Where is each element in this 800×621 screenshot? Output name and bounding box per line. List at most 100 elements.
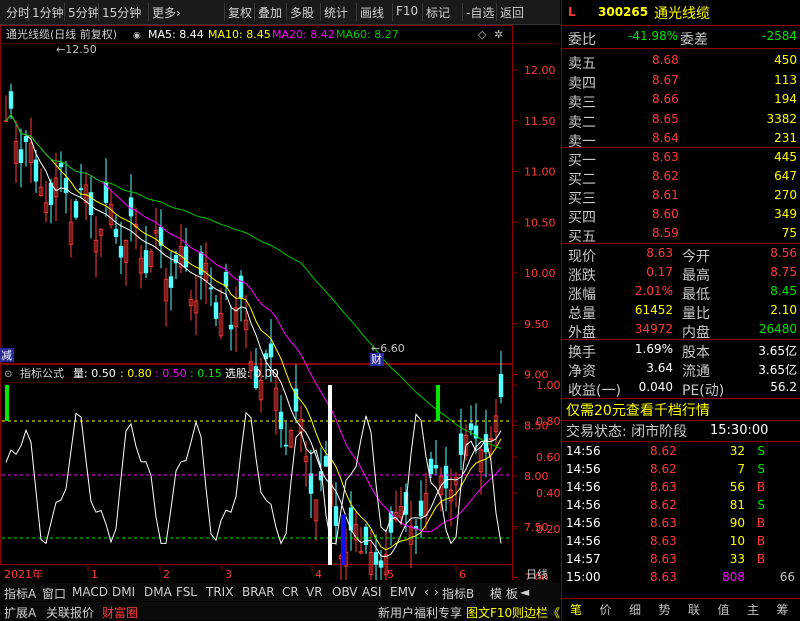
stock-name: 通光线缆 — [654, 6, 710, 22]
kline-chart[interactable]: 12.0011.5011.0010.5010.009.509.008.508.0… — [0, 25, 560, 580]
price-axis-label: 11.50 — [524, 115, 556, 128]
toolbar-item[interactable]: 画线 — [360, 4, 384, 21]
tick-volume: 7 — [737, 462, 745, 476]
indicator-tab[interactable]: TRIX — [206, 585, 233, 599]
indicator-tab[interactable]: OBV — [332, 585, 358, 599]
divider — [562, 339, 800, 340]
stat-value: 8.56 — [770, 246, 797, 260]
toolbar-item[interactable]: 返回 — [500, 4, 524, 21]
indicator-tab[interactable]: FSL — [176, 585, 197, 599]
month-label: 4 — [315, 568, 322, 580]
indicator-tab[interactable]: VR — [306, 585, 323, 599]
indicator-axis-label: 0.60 — [536, 451, 560, 464]
indicator-tab[interactable]: MACD — [72, 585, 108, 599]
indicator-tab[interactable]: ◄ — [520, 585, 529, 599]
side-tab[interactable]: 图文F10 — [466, 604, 512, 621]
ma5-line — [5, 113, 502, 558]
stat-value: 2.01% — [634, 284, 673, 298]
quote-tab[interactable]: 笔 — [570, 601, 582, 618]
candle-body — [238, 275, 244, 298]
tick-time: 14:56 — [566, 534, 601, 548]
toolbar-item[interactable]: -自选 — [466, 4, 494, 21]
quote-tab[interactable]: 主 — [747, 601, 759, 618]
toolbar-item[interactable]: 1分钟 — [32, 4, 64, 21]
indicator-tab[interactable]: ASI — [362, 585, 381, 599]
candle-body — [88, 192, 94, 215]
toolbar-item[interactable]: 更多› — [152, 4, 181, 21]
indicator-tab[interactable]: DMI — [112, 585, 135, 599]
tick-row: 14:56 8.62 7 S — [562, 461, 800, 480]
indicator-tab[interactable]: 指标B — [442, 585, 474, 602]
toolbar-separator — [462, 3, 463, 21]
quote-tab[interactable]: 筹 — [777, 601, 789, 618]
indicator-tab[interactable]: DMA — [144, 585, 172, 599]
indicator-tab[interactable]: 指标A — [4, 585, 36, 602]
indicator-menu-icon[interactable]: ⊙ — [4, 369, 12, 380]
fund-label: 收益(一) — [568, 383, 621, 399]
period-toolbar: 分时 1分钟 5分钟 15分钟 更多› 复权 叠加 多股 统计 画线 F10 标记 -自选 返回 — [0, 0, 560, 25]
side-tab[interactable]: 则边栏《 — [512, 604, 560, 621]
ma20-line — [5, 113, 502, 533]
divider — [562, 243, 800, 244]
toolbar-item[interactable]: 15分钟 — [102, 4, 141, 21]
candle-body — [78, 188, 84, 191]
promo-link[interactable]: 新用户福利专享 — [378, 604, 462, 621]
divider — [562, 48, 800, 49]
indicator-tab[interactable]: 模 板 — [490, 585, 518, 602]
quote-tab[interactable]: 值 — [718, 601, 730, 618]
toolbar-separator — [496, 3, 497, 21]
promo-row: 仅需20元查看千档行情 — [562, 401, 800, 420]
toolbar-item[interactable]: F10 — [396, 4, 418, 18]
promo-link[interactable]: 仅需20元查看千档行情 — [566, 400, 710, 420]
chevron-down-icon[interactable]: ◉ — [133, 31, 141, 41]
stat-row: 涨幅 2.01% 最低 8.45 — [562, 283, 800, 303]
toolbar-item[interactable]: 分时 — [6, 4, 30, 21]
weibi-value: -41.98% — [628, 29, 679, 43]
candle-body — [8, 91, 14, 109]
indicator-tab[interactable]: EMV — [390, 585, 416, 599]
fund-label: 流通 — [682, 364, 710, 380]
quote-tab[interactable]: 价 — [600, 601, 612, 618]
quote-tab[interactable]: 联 — [688, 601, 700, 618]
ask-label: 卖二 — [568, 114, 596, 131]
price-axis-label: 11.00 — [524, 166, 556, 179]
quote-tab[interactable]: 势 — [659, 601, 671, 618]
tick-price: 8.63 — [650, 480, 677, 494]
stat-label: 涨幅 — [568, 287, 596, 303]
indicator-axis-label: 0.80 — [536, 415, 560, 428]
gear-icon[interactable]: ✲ — [494, 28, 503, 41]
candle-body — [58, 162, 64, 168]
trade-status: 交易状态: 闭市阶段 — [566, 424, 688, 440]
indicator-tab[interactable]: BRAR — [242, 585, 275, 599]
toolbar-item[interactable]: 5分钟 — [68, 4, 100, 21]
period-label[interactable]: 日线 — [526, 567, 548, 580]
toolbar-item[interactable]: 统计 — [324, 4, 348, 21]
quote-tab[interactable]: 细 — [629, 601, 641, 618]
reduce-label: 减 — [1, 349, 12, 362]
stat-row: 涨跌 0.17 最高 8.75 — [562, 264, 800, 284]
indicator-tab[interactable]: ‹ — [424, 585, 429, 599]
extension-tab[interactable]: 扩展A — [4, 604, 36, 621]
toolbar-item[interactable]: 复权 — [228, 4, 252, 21]
tick-price: 8.62 — [650, 444, 677, 458]
indicator-tab[interactable]: › — [434, 585, 439, 599]
toolbar-item[interactable]: 叠加 — [258, 4, 282, 21]
tick-side: B — [756, 480, 765, 494]
fundamental-row: 收益(一) 0.040 PE(动) 56.2 — [562, 379, 800, 399]
extension-tab[interactable]: 关联报价 — [46, 604, 94, 621]
ask-price: 8.64 — [652, 131, 679, 145]
indicator-tab[interactable]: 窗口 — [42, 585, 66, 602]
stat-label: 涨跌 — [568, 268, 596, 284]
indicator-axis-label: 0.40 — [536, 487, 560, 500]
bid-row: 买五 8.59 75 — [562, 225, 800, 245]
toolbar-item[interactable]: 多股 — [290, 4, 314, 21]
toolbar-separator — [148, 3, 149, 21]
diamond-icon[interactable]: ◇ — [478, 28, 487, 41]
toolbar-item[interactable]: 标记 — [426, 4, 450, 21]
divider — [562, 441, 800, 442]
extension-tab[interactable]: 财富圈 — [102, 604, 138, 621]
ma60-line — [5, 113, 502, 449]
indicator-tab[interactable]: CR — [282, 585, 299, 599]
candle-body — [228, 324, 234, 330]
ma5-label: MA5: 8.44 — [148, 28, 204, 41]
